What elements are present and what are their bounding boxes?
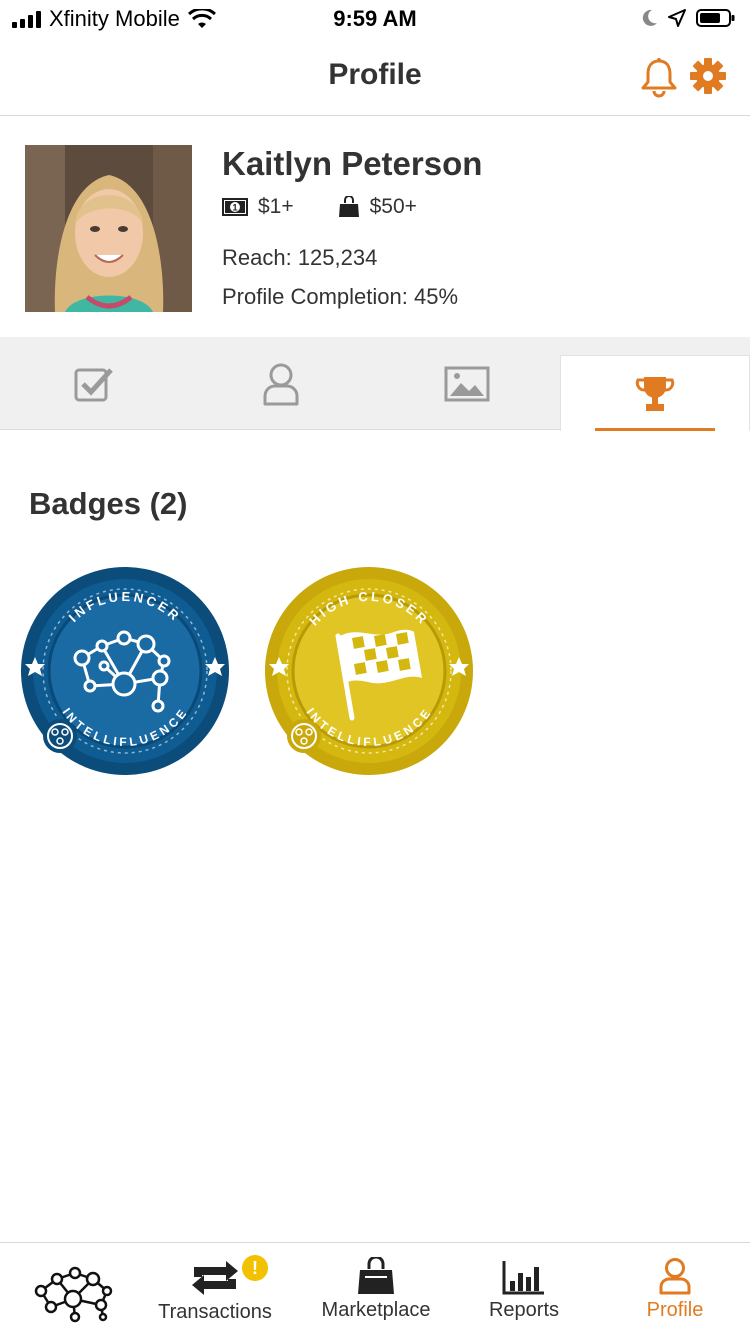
status-right — [642, 8, 736, 28]
cash-icon: 1 — [222, 198, 248, 216]
bell-icon[interactable] — [638, 56, 680, 98]
moon-icon — [642, 9, 657, 26]
reach-text: Reach: 125,234 — [222, 245, 378, 270]
trophy-icon — [635, 376, 675, 411]
tab-marketplace[interactable]: Marketplace — [305, 1243, 447, 1334]
person-icon — [659, 1258, 691, 1295]
profile-header: Kaitlyn Peterson 1 $1+ $50+ Reach: 125,2… — [0, 117, 750, 337]
transactions-icon — [192, 1261, 238, 1295]
alert-badge: ! — [242, 1255, 268, 1281]
brain-logo-icon — [287, 719, 321, 753]
price-product: $50+ — [338, 195, 417, 219]
image-icon — [444, 366, 490, 401]
person-icon — [263, 363, 298, 405]
checkbox-icon — [74, 367, 113, 401]
badges-title: Badges (2) — [29, 486, 188, 521]
svg-text:1: 1 — [232, 203, 237, 213]
battery-icon — [696, 9, 735, 27]
status-bar: Xfinity Mobile 9:59 AM — [0, 0, 750, 40]
gear-icon[interactable] — [688, 56, 728, 96]
tab-reports-label: Reports — [488, 1299, 560, 1321]
tab-home[interactable] — [0, 1243, 145, 1334]
tab-tasks[interactable] — [0, 337, 187, 430]
bottom-tab-bar: Transactions ! Marketplace Reports Profi… — [0, 1242, 750, 1334]
price-cash-label: $1+ — [258, 195, 294, 218]
bar-chart-icon — [502, 1261, 544, 1295]
tab-transactions[interactable]: Transactions ! — [145, 1243, 285, 1334]
tab-reports[interactable]: Reports — [466, 1243, 582, 1334]
profile-completion-text: Profile Completion: 45% — [222, 284, 459, 309]
nav-bar: Profile — [0, 40, 750, 116]
active-tab-indicator — [595, 428, 715, 431]
profile-name: Kaitlyn Peterson — [222, 145, 483, 182]
tab-about[interactable] — [187, 337, 374, 430]
price-product-label: $50+ — [369, 195, 417, 218]
badge-influencer[interactable]: INFLUENCER INTELLIFLUENCE — [20, 566, 230, 776]
shopping-bag-icon — [338, 196, 359, 217]
location-arrow-icon — [668, 9, 686, 27]
tab-media[interactable] — [374, 337, 560, 430]
tab-profile[interactable]: Profile — [620, 1243, 730, 1334]
tab-transactions-label: Transactions — [158, 1301, 272, 1323]
avatar[interactable] — [25, 145, 192, 312]
shopping-bag-icon — [358, 1257, 394, 1294]
price-range: 1 $1+ $50+ — [222, 195, 461, 219]
tab-badges[interactable] — [560, 355, 750, 431]
status-time: 9:59 AM — [333, 6, 417, 31]
profile-tabs — [0, 337, 750, 431]
price-cash: 1 $1+ — [222, 195, 294, 219]
tab-profile-label: Profile — [646, 1299, 704, 1321]
network-logo-icon — [34, 1266, 112, 1323]
tab-marketplace-label: Marketplace — [321, 1299, 431, 1321]
brain-logo-icon — [43, 719, 77, 753]
badge-high-closer[interactable]: HIGH CLOSER INTELLIFLUENCE — [264, 566, 474, 776]
